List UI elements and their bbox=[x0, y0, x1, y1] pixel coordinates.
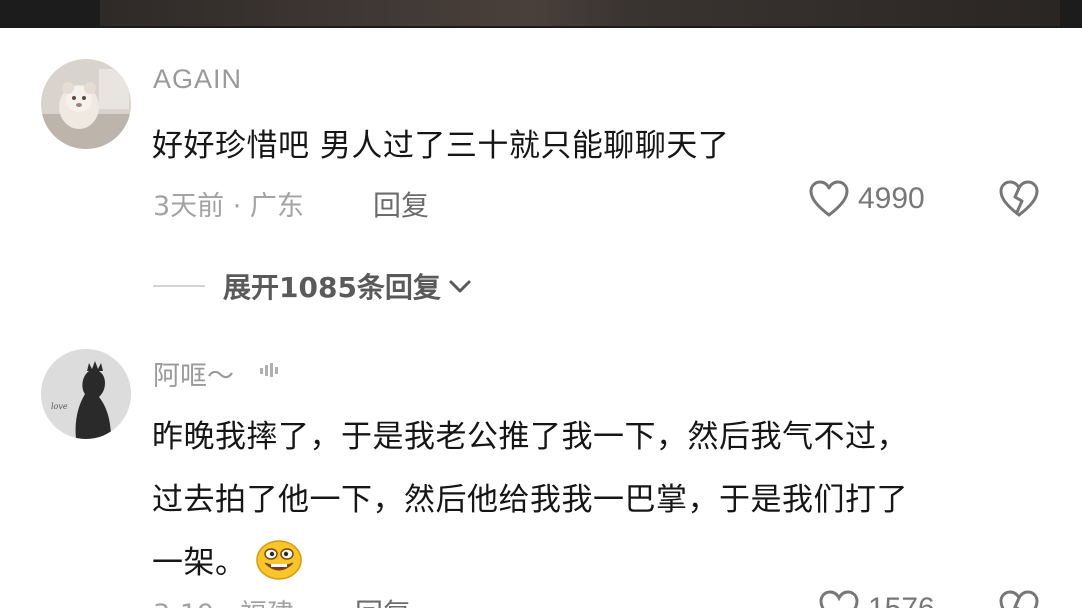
video-thumbnail bbox=[100, 0, 1060, 26]
avatar[interactable]: love bbox=[41, 349, 131, 439]
heart-outline-icon bbox=[809, 180, 849, 217]
username[interactable]: AGAIN bbox=[153, 64, 242, 95]
dislike-button[interactable] bbox=[998, 180, 1040, 222]
avatar-image bbox=[41, 59, 131, 149]
broken-heart-icon bbox=[999, 590, 1039, 608]
grinning-face-emoji bbox=[255, 539, 302, 580]
sound-wave-icon bbox=[260, 363, 278, 377]
divider bbox=[153, 285, 205, 287]
like-count: 1576 bbox=[868, 592, 935, 608]
partial-meta-row: 3-19 · 福建 回复 1576 bbox=[0, 588, 1082, 608]
like-button[interactable]: 1576 bbox=[818, 590, 935, 608]
dislike-button[interactable] bbox=[998, 590, 1040, 608]
heart-outline-icon bbox=[819, 590, 859, 608]
avatar[interactable] bbox=[41, 59, 131, 149]
comment-text: 一架。 bbox=[152, 545, 247, 581]
comment-text: 昨晚我摔了，于是我老公推了我一下，然后我气不过， bbox=[152, 419, 908, 455]
broken-heart-icon bbox=[999, 180, 1039, 217]
like-count: 4990 bbox=[858, 182, 925, 215]
comment-text-last-line: 一架。 bbox=[152, 537, 303, 582]
username[interactable]: 阿哐～ bbox=[153, 354, 234, 393]
comment-text: 好好珍惜吧 男人过了三十就只能聊聊天了 bbox=[152, 128, 730, 164]
like-button[interactable]: 4990 bbox=[808, 180, 925, 218]
svg-text:love: love bbox=[51, 402, 68, 411]
comment-meta: 3-19 · 福建 bbox=[153, 592, 294, 608]
comment-text: 过去拍了他一下，然后他给我我一巴掌，于是我们打了 bbox=[152, 482, 908, 518]
chevron-down-icon bbox=[449, 280, 471, 293]
expand-replies-button[interactable]: 展开1085条回复 bbox=[153, 266, 473, 306]
reply-button[interactable]: 回复 bbox=[373, 184, 429, 224]
avatar-image: love bbox=[41, 349, 131, 439]
video-preview-strip bbox=[0, 0, 1082, 28]
expand-replies-label: 展开1085条回复 bbox=[223, 271, 441, 304]
reply-button[interactable]: 回复 bbox=[355, 592, 411, 608]
comment-meta: 3天前 · 广东 bbox=[153, 191, 304, 222]
